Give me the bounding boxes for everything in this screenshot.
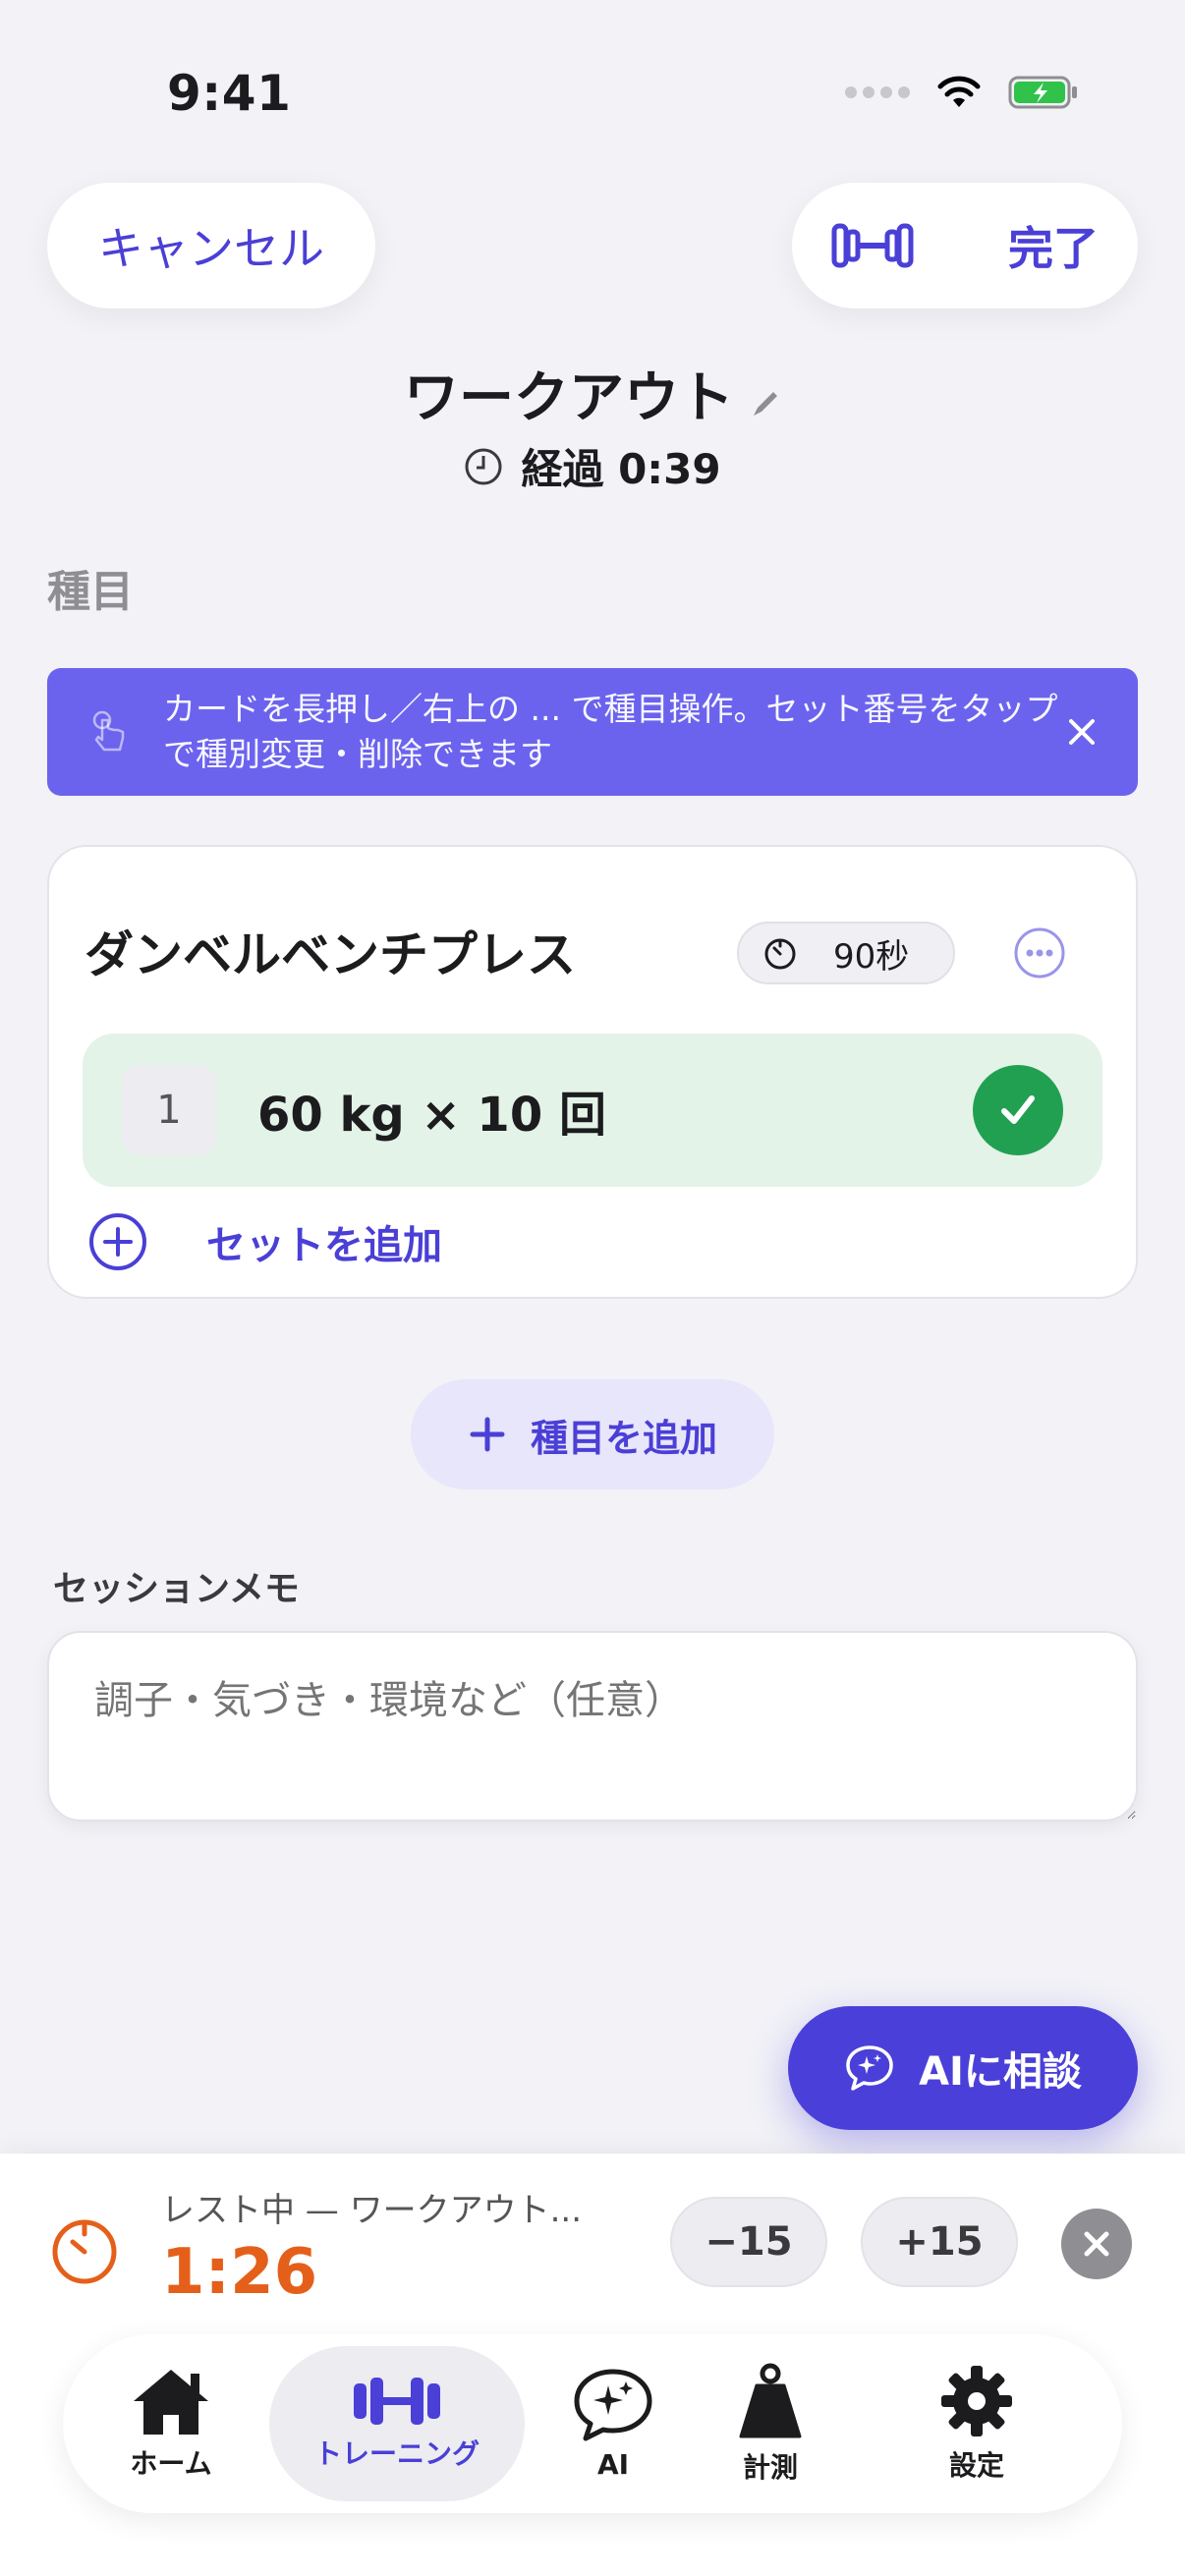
ai-chat-icon [574,2369,652,2440]
rest-countdown: 1:26 [161,2236,318,2309]
tab-training[interactable]: トレーニング [269,2346,525,2501]
timer-icon [764,938,796,970]
status-time: 9:41 [167,65,292,122]
add-set-button[interactable]: セットを追加 [86,1210,442,1273]
more-options-icon[interactable] [1012,925,1067,980]
rest-time-label: 90秒 [833,936,910,977]
rest-timer-panel: レスト中 — ワークアウト... 1:26 −15 +15 ホーム トレーニング… [0,2154,1185,2576]
tab-measure[interactable]: 計測 [702,2346,839,2501]
set-number-button[interactable]: 1 [122,1065,216,1155]
add-exercise-button[interactable]: 種目を追加 [411,1379,774,1489]
tab-settings[interactable]: 設定 [908,2346,1045,2501]
ai-consult-button[interactable]: AIに相談 [788,2006,1138,2130]
clock-icon [465,448,502,484]
ai-sparkle-chat-icon [846,2045,893,2091]
exercise-card[interactable]: ダンベルベンチプレス 90秒 1 60 kg × 10 回 セットを追加 [47,845,1138,1299]
cellular-signal-icon [845,86,910,98]
tab-home-label: ホーム [130,2447,212,2480]
tab-ai[interactable]: AI [554,2346,672,2501]
add-exercise-label: 種目を追加 [530,1416,717,1460]
tab-measure-label: 計測 [742,2451,798,2484]
elapsed-text: 経過 0:39 [521,445,721,493]
dumbbell-icon [354,2378,440,2425]
status-indicators [845,75,1079,110]
done-pill: 完了 [792,183,1138,308]
add-set-label: セットを追加 [206,1223,442,1268]
cancel-label: キャンセル [98,222,324,275]
rest-status-label: レスト中 — ワークアウト... [161,2191,583,2230]
battery-charging-icon [1008,76,1077,109]
plus-icon [470,1417,505,1452]
tab-ai-label: AI [596,2447,630,2481]
tab-bar: ホーム トレーニング AI 計測 設定 [63,2334,1122,2513]
hint-text: カードを長押し／右上の ... で種目操作。セット番号をタップで種別変更・削除で… [163,689,1058,773]
plus-circle-icon [89,1213,146,1270]
set-value[interactable]: 60 kg × 10 回 [257,1076,973,1145]
cancel-button[interactable]: キャンセル [47,183,375,308]
rest-minus-15-button[interactable]: −15 [670,2197,827,2287]
rest-close-button[interactable] [1061,2209,1132,2279]
checkmark-icon [1001,1095,1035,1124]
workout-title[interactable]: ワークアウト [0,354,1185,433]
rest-time-chip[interactable]: 90秒 [737,922,955,984]
set-complete-check[interactable] [973,1065,1063,1155]
close-icon[interactable] [1065,715,1099,749]
session-memo-input[interactable] [47,1631,1138,1821]
dumbbell-icon[interactable] [831,220,914,271]
memo-label: セッションメモ [53,1569,300,1609]
section-title: 種目 [47,567,134,617]
home-icon [134,2370,208,2435]
gear-icon [941,2366,1012,2436]
ai-consult-label: AIに相談 [919,2049,1082,2095]
workout-title-text: ワークアウト [404,366,734,430]
wifi-icon [937,76,981,107]
tap-hand-icon [92,710,125,752]
set-row[interactable]: 1 60 kg × 10 回 [83,1034,1102,1187]
close-icon [1084,2231,1109,2257]
tab-training-label: トレーニング [313,2437,480,2470]
tab-home[interactable]: ホーム [102,2346,240,2501]
workout-screen: 9:41 キャンセル 完了 ワークアウト 経過 0:39 種目 カードを長押し／… [0,0,1185,2576]
exercise-name: ダンベルベンチプレス [85,926,576,983]
done-button[interactable]: 完了 [1008,213,1099,278]
elapsed-time: 経過 0:39 [0,436,1185,496]
rest-plus-15-button[interactable]: +15 [861,2197,1018,2287]
pencil-icon [750,369,781,433]
tab-settings-label: 設定 [948,2449,1004,2482]
rest-timer-icon [52,2219,117,2284]
hint-banner: カードを長押し／右上の ... で種目操作。セット番号をタップで種別変更・削除で… [47,668,1138,796]
weight-icon [739,2363,802,2438]
